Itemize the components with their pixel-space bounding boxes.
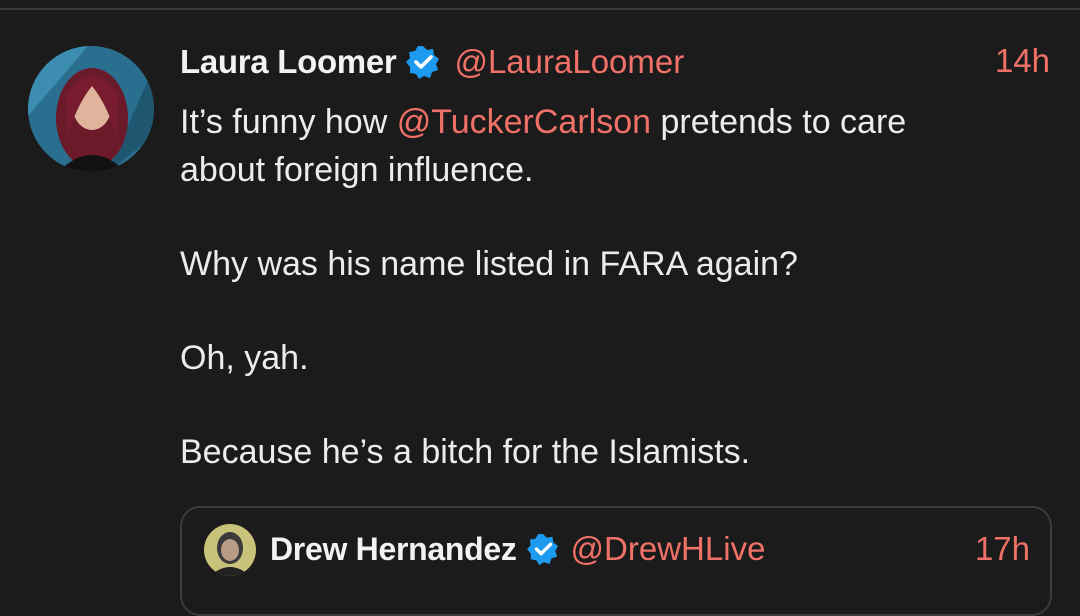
tweet-header: Laura Loomer @LauraLoomer 14h: [180, 40, 1060, 84]
quoted-author-avatar[interactable]: [204, 524, 256, 576]
quoted-tweet-timestamp[interactable]: 17h: [975, 530, 1030, 568]
tweet-line-1: It’s funny how @TuckerCarlson pretends t…: [180, 98, 1060, 146]
author-name[interactable]: Laura Loomer: [180, 43, 397, 81]
tweet-line-2: about foreign influence.: [180, 151, 534, 189]
verified-badge-icon: [406, 45, 440, 79]
tweet-paragraph-4: Because he’s a bitch for the Islamists.: [180, 433, 751, 471]
quoted-tweet-header: Drew Hernandez @DrewHLive: [270, 530, 765, 568]
author-avatar[interactable]: [28, 46, 154, 172]
mention-link[interactable]: @TuckerCarlson: [397, 103, 651, 141]
tweet-timestamp[interactable]: 14h: [995, 42, 1050, 80]
top-divider: [0, 8, 1080, 10]
tweet-text: It’s funny how: [180, 103, 397, 141]
tweet-body: It’s funny how @TuckerCarlson pretends t…: [180, 98, 1060, 476]
verified-badge-icon: [526, 533, 559, 565]
tweet-paragraph-3: Oh, yah.: [180, 339, 309, 377]
tweet-text: pretends to care: [651, 103, 907, 141]
tweet[interactable]: Laura Loomer @LauraLoomer 14h It’s funny…: [180, 40, 1060, 476]
author-handle[interactable]: @LauraLoomer: [454, 43, 684, 81]
tweet-paragraph-2: Why was his name listed in FARA again?: [180, 245, 798, 283]
quoted-author-handle[interactable]: @DrewHLive: [571, 530, 766, 568]
quoted-tweet[interactable]: Drew Hernandez @DrewHLive 17h: [180, 506, 1052, 616]
quoted-author-name[interactable]: Drew Hernandez: [270, 531, 517, 568]
